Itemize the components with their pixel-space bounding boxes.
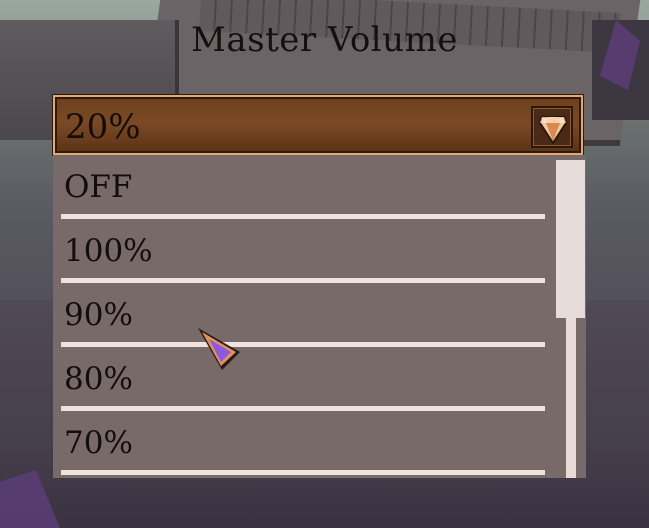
- option-label: 80%: [64, 361, 133, 397]
- dropdown-option-100[interactable]: 100%: [53, 219, 551, 283]
- option-label: 100%: [64, 233, 153, 269]
- dropdown-option-70[interactable]: 70%: [53, 411, 551, 475]
- gem-arrow-icon: [538, 116, 568, 145]
- dropdown-option-off[interactable]: OFF: [53, 155, 551, 219]
- page-title: Master Volume: [191, 20, 458, 60]
- master-volume-dropdown[interactable]: 20%: [53, 95, 583, 155]
- scrollbar-thumb[interactable]: [556, 160, 585, 318]
- dropdown-selected-value: 20%: [65, 107, 141, 147]
- dropdown-option-80[interactable]: 80%: [53, 347, 551, 411]
- option-label: 70%: [64, 425, 133, 461]
- option-label: 90%: [64, 297, 133, 333]
- dropdown-option-90[interactable]: 90%: [53, 283, 551, 347]
- dropdown-toggle-button[interactable]: [531, 106, 573, 148]
- dropdown-options-list: OFF 100% 90% 80% 70%: [53, 155, 586, 478]
- pointer-cursor-icon: [198, 328, 240, 370]
- option-divider: [61, 470, 545, 475]
- option-label: OFF: [64, 169, 133, 205]
